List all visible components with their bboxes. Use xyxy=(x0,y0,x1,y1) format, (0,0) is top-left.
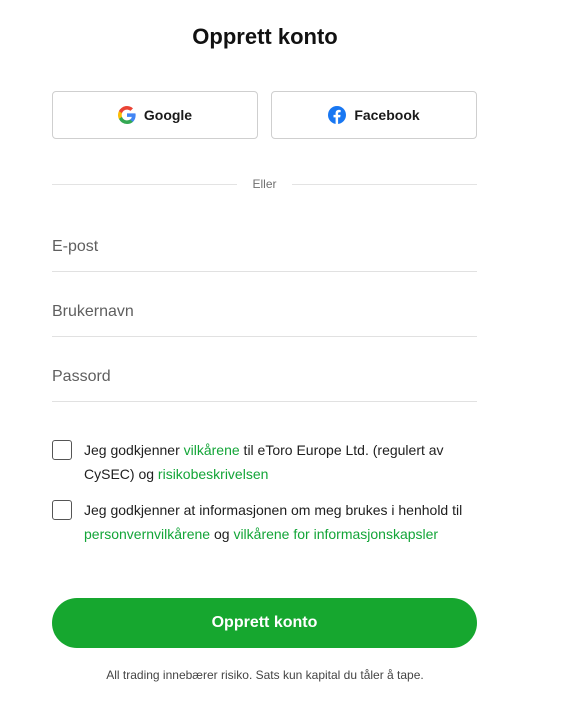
divider-line-right xyxy=(292,184,477,185)
google-icon xyxy=(117,106,136,124)
privacy-text-part: og xyxy=(210,526,234,542)
email-field-container xyxy=(52,235,477,272)
divider-text: Eller xyxy=(252,177,277,191)
privacy-text-part: Jeg godkjenner at informasjonen om meg b… xyxy=(84,502,463,518)
privacy-consent-text: Jeg godkjenner at informasjonen om meg b… xyxy=(84,498,484,546)
terms-consent-text: Jeg godkjenner vilkårene til eToro Europ… xyxy=(84,438,484,486)
risk-disclaimer: All trading innebærer risiko. Sats kun k… xyxy=(106,668,424,682)
facebook-button-label: Facebook xyxy=(354,107,420,123)
terms-checkbox[interactable] xyxy=(52,440,72,460)
facebook-signin-button[interactable]: Facebook xyxy=(271,91,477,139)
privacy-checkbox[interactable] xyxy=(52,500,72,520)
divider-line-left xyxy=(52,184,237,185)
cookie-terms-link[interactable]: vilkårene for informasjonskapsler xyxy=(233,526,438,542)
google-button-label: Google xyxy=(143,107,193,123)
username-input[interactable] xyxy=(52,300,477,324)
terms-link[interactable]: vilkårene xyxy=(184,442,240,458)
email-input[interactable] xyxy=(52,235,477,259)
password-field-container xyxy=(52,365,477,402)
google-signin-button[interactable]: Google xyxy=(52,91,258,139)
terms-text-part: Jeg godkjenner xyxy=(84,442,184,458)
username-field-container xyxy=(52,300,477,337)
facebook-icon xyxy=(328,106,347,124)
privacy-terms-link[interactable]: personvernvilkårene xyxy=(84,526,210,542)
password-input[interactable] xyxy=(52,365,477,389)
page-title: Opprett konto xyxy=(192,24,338,49)
create-account-button[interactable]: Opprett konto xyxy=(52,598,477,648)
risk-description-link[interactable]: risikobeskrivelsen xyxy=(158,466,268,482)
